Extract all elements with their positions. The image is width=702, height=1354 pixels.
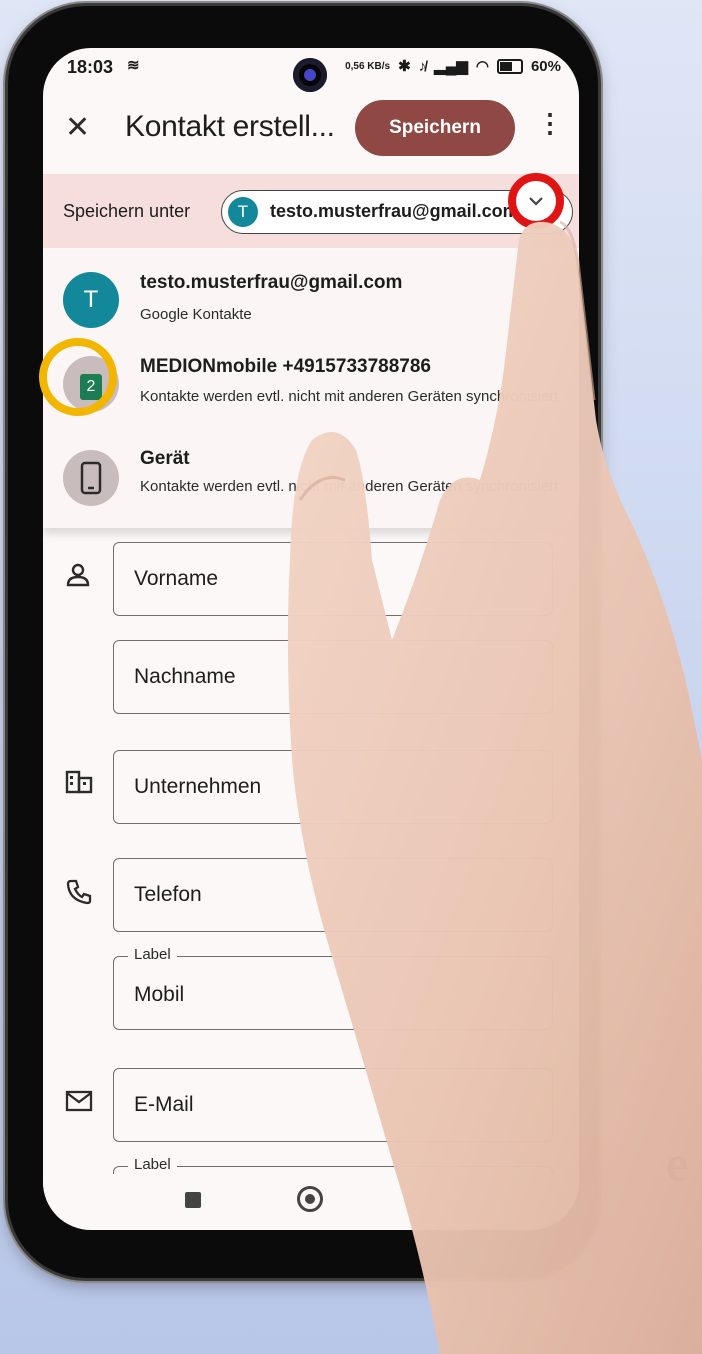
last-name-field[interactable]: Nachname [113,640,553,714]
first-name-placeholder: Vorname [134,567,219,590]
save-under-bar: Speichern unter T testo.musterfrau@gmail… [43,174,579,248]
chevron-down-icon[interactable] [508,173,564,229]
status-time: 18:03 [67,57,114,77]
phone-device-icon [63,450,119,506]
account-option-name: Gerät [140,448,190,469]
phone-field[interactable]: Telefon [113,858,553,932]
recents-button[interactable] [185,1192,201,1208]
business-icon [65,770,93,800]
email-field[interactable]: E-Mail [113,1068,553,1142]
account-option-google[interactable]: T testo.musterfrau@gmail.com Google Kont… [43,266,579,346]
app-bar: ✕ Kontakt erstell... Speichern ⋮ [43,92,579,168]
account-option-sub: Google Kontakte [140,306,252,323]
save-button[interactable]: Speichern [355,100,515,156]
status-right: 0,56 KB/s ✱ ♪̸ ▂▄▆ ◠ 60% [345,57,561,76]
avatar: T [63,272,119,328]
mail-icon [65,1090,93,1118]
company-placeholder: Unternehmen [134,775,262,798]
account-option-sub: Kontakte werden evtl. nicht mit anderen … [140,478,559,495]
signal-icon: ▂▄▆ [434,58,468,75]
net-speed: 0,56 KB/s [345,60,391,72]
account-avatar: T [228,197,258,227]
battery-level: 60% [530,57,561,75]
phone-icon [65,878,93,912]
account-option-sim[interactable]: 2 MEDIONmobile +4915733788786 Kontakte w… [43,352,579,442]
close-icon[interactable]: ✕ [65,110,90,145]
front-camera [293,58,327,92]
last-name-placeholder: Nachname [134,665,236,688]
account-option-device[interactable]: Gerät Kontakte werden evtl. nicht mit an… [43,448,579,528]
background-letter: e [666,1135,689,1191]
more-vert-icon[interactable]: ⋮ [537,108,563,139]
account-option-name: MEDIONmobile +4915733788786 [140,356,431,377]
phone-label-value: Mobil [134,983,185,1006]
bluetooth-icon: ✱ [398,58,411,75]
wifi-icon: ◠ [475,58,489,75]
account-option-sub: Kontakte werden evtl. nicht mit anderen … [140,388,559,405]
person-icon [65,562,91,594]
email-label-caption: Label [128,1156,177,1173]
account-option-name: testo.musterfrau@gmail.com [140,272,403,293]
phone-label-caption: Label [128,946,177,963]
company-field[interactable]: Unternehmen [113,750,553,824]
phone-label-select[interactable]: Label Mobil [113,946,553,1030]
system-nav-bar [43,1174,579,1224]
first-name-field[interactable]: Vorname [113,542,553,616]
phone-screen: 18:03 ≋ 0,56 KB/s ✱ ♪̸ ▂▄▆ ◠ 60% ✕ Konta… [43,48,579,1230]
save-under-label: Speichern unter [63,201,191,221]
email-placeholder: E-Mail [134,1093,194,1116]
mute-icon: ♪̸ [418,57,427,75]
battery-icon [496,58,523,74]
highlight-ring-yellow [39,338,117,416]
account-dropdown-menu: T testo.musterfrau@gmail.com Google Kont… [43,252,579,528]
account-email: testo.musterfrau@gmail.com [270,201,519,221]
page-title: Kontakt erstell... [125,110,335,143]
phone-placeholder: Telefon [134,883,202,906]
home-button[interactable] [297,1186,323,1212]
notification-icon: ≋ [127,57,140,74]
